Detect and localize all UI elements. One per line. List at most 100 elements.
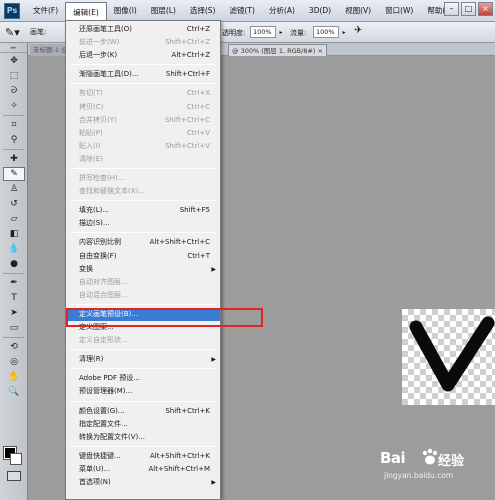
menu-item-label: 内容识别比例 [79,238,121,247]
eraser-icon[interactable]: ▱ [3,212,25,226]
menu-item-label: 后退一步(K) [79,51,118,60]
clone-stamp-icon[interactable]: ♙ [3,182,25,196]
menu-item-label: 合并拷贝(Y) [79,115,117,124]
menu-item-shortcut: Alt+Shift+Ctrl+M [148,464,210,473]
menu-item-label: 首选项(N) [79,478,111,486]
menu-item-shortcut: Alt+Ctrl+Z [171,51,210,60]
edit-menu-item[interactable]: 颜色设置(G)... Shift+Ctrl+K [66,405,220,418]
opacity-field[interactable]: 100% [250,26,276,38]
opacity-label: 透明度: [222,29,246,37]
document-tab-active[interactable]: @ 300% (图层 1, RGB/8#) × [228,44,327,56]
gradient-icon[interactable]: ◧ [3,227,25,241]
edit-menu-item: 粘贴(P) Ctrl+V [66,127,220,140]
menu-image[interactable]: 图像(I) [107,2,144,20]
menu-view[interactable]: 视图(V) [338,2,378,20]
menu-item-label: 指定配置文件... [79,419,128,428]
zoom-icon[interactable]: 🔍 [3,385,25,399]
menu-layer[interactable]: 图层(L) [144,2,183,20]
airbrush-icon[interactable]: ✈ [354,25,368,39]
menu-item-label: 清理(R) [79,355,104,364]
menu-item-shortcut: Shift+Ctrl+C [165,115,210,124]
move-icon[interactable]: ✥ [3,54,25,68]
tool-separator [3,337,24,338]
menu-item-label: 自动对齐图层... [79,277,128,286]
shape-icon[interactable]: ▭ [3,321,25,335]
edit-menu-item[interactable]: 菜单(U)... Alt+Shift+Ctrl+M [66,463,220,476]
menu-item-label: 前进一步(W) [79,38,120,47]
edit-menu-item[interactable]: 后退一步(K) Alt+Ctrl+Z [66,49,220,62]
edit-menu-item[interactable]: Adobe PDF 预设... [66,372,220,385]
3d-rotate-icon[interactable]: ⟲ [3,340,25,354]
document-canvas[interactable] [402,309,495,405]
edit-menu-item[interactable]: 变换 ▶ [66,263,220,276]
opacity-dropdown-icon[interactable]: ▸ [277,26,285,38]
menu-item-label: Adobe PDF 预设... [79,374,140,383]
edit-menu-item[interactable]: 首选项(N) ▶ [66,476,220,489]
menu-item-label: 预设管理器(M)... [79,387,133,396]
menu-item-shortcut: Ctrl+T [187,251,210,260]
menu-item-shortcut: Shift+Ctrl+Z [165,38,210,47]
panel-grip[interactable]: ▸▸ [0,43,27,53]
menu-item-shortcut: Shift+Ctrl+F [165,70,210,79]
menu-item-label: 菜单(U)... [79,464,111,473]
edit-menu-item: 拼写检查(H)... [66,172,220,185]
edit-menu-item[interactable]: 描边(S)... [66,217,220,230]
edit-menu-item: 前进一步(W) Shift+Ctrl+Z [66,36,220,49]
healing-icon[interactable]: ✚ [3,152,25,166]
hand-icon[interactable]: ✋ [3,370,25,384]
flow-field[interactable]: 100% [313,26,339,38]
dodge-icon[interactable]: ● [3,257,25,271]
menu-3d[interactable]: 3D(D) [302,2,338,20]
tool-separator [3,115,24,116]
history-brush-icon[interactable]: ↺ [3,197,25,211]
menu-edit[interactable]: 编辑(E) [65,1,107,22]
magic-wand-icon[interactable]: ✧ [3,99,25,113]
flow-dropdown-icon[interactable]: ▸ [340,26,348,38]
menu-item-shortcut: Shift+Ctrl+K [165,406,210,415]
brush-stroke-v [409,316,495,392]
menu-item-label: 转换为配置文件(V)... [79,432,145,441]
menu-analysis[interactable]: 分析(A) [262,2,302,20]
close-button[interactable]: × [478,2,493,16]
flow-label: 流量: [290,29,307,37]
edit-menu-item[interactable]: 清理(R) ▶ [66,353,220,366]
crop-icon[interactable]: ⌗ [3,118,25,132]
menu-item-label: 填充(L)... [79,206,110,215]
type-icon[interactable]: T [3,291,25,305]
menu-window[interactable]: 窗口(W) [378,2,420,20]
menu-separator [70,445,216,447]
edit-menu-item[interactable]: 内容识别比例 Alt+Shift+Ctrl+C [66,236,220,249]
minimize-button[interactable]: – [444,2,459,16]
edit-menu-item[interactable]: 自由变换(F) Ctrl+T [66,250,220,263]
edit-menu-item[interactable]: 预设管理器(M)... [66,385,220,398]
edit-menu-item[interactable]: 键盘快捷键... Alt+Shift+Ctrl+K [66,450,220,463]
brush-icon[interactable]: ✎ [3,167,25,181]
menu-item-label: 定义自定形状... [79,336,128,345]
edit-menu-item[interactable]: 渐隐画笔工具(D)... Shift+Ctrl+F [66,68,220,81]
quick-mask-icon[interactable] [7,471,21,481]
watermark-jingyan: 经验 [438,454,465,469]
menu-select[interactable]: 选择(S) [183,2,223,20]
path-select-icon[interactable]: ➤ [3,306,25,320]
lasso-icon[interactable]: ᘐ [3,84,25,98]
eyedropper-icon[interactable]: ⚲ [3,133,25,147]
menu-filter[interactable]: 滤镜(T) [223,2,262,20]
edit-menu-item[interactable]: 填充(L)... Shift+F5 [66,204,220,217]
edit-menu-item[interactable]: 还原画笔工具(O) Ctrl+Z [66,23,220,36]
edit-menu-item[interactable]: 转换为配置文件(V)... [66,431,220,444]
pen-icon[interactable]: ✒ [3,276,25,290]
edit-menu-item[interactable]: 指定配置文件... [66,418,220,431]
tools-panel: ▸▸ ✥ ⬚ ᘐ ✧ ⌗ ⚲ ✚ ✎ ♙ ↺ ▱ ◧ 💧 ● ✒ T ➤ ▭ ⟲… [0,43,28,500]
marquee-icon[interactable]: ⬚ [3,69,25,83]
edit-menu-item: 拷贝(C) Ctrl+C [66,101,220,114]
menu-item-shortcut: Ctrl+V [186,128,210,137]
submenu-arrow-icon: ▶ [211,356,216,364]
edit-menu-item: 定义自定形状... [66,334,220,347]
menu-item-label: 清除(E) [79,154,103,163]
maximize-button[interactable]: □ [461,2,476,16]
blur-icon[interactable]: 💧 [3,242,25,256]
brush-preset-icon[interactable]: ✎▾ [5,25,27,40]
background-color-swatch[interactable] [10,453,22,465]
menu-file[interactable]: 文件(F) [26,2,65,20]
3d-orbit-icon[interactable]: ◎ [3,355,25,369]
